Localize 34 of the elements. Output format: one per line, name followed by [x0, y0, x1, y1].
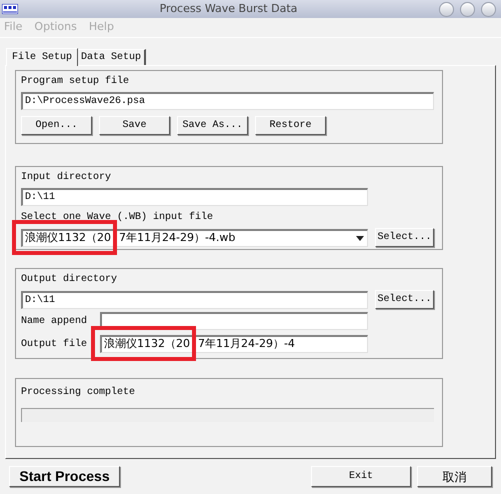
select-button[interactable]: Select... [375, 290, 434, 309]
input-file-dropdown[interactable]: 浪潮仪1132（20 7年11月24-29）-4.wb [21, 228, 368, 246]
field-label: Select one Wave (.WB) input file [21, 210, 214, 225]
group-label: Program setup file [21, 74, 130, 89]
field-value-text: 7年11月24-29）-4.wb [119, 230, 236, 246]
setup-button[interactable]: Open... [21, 116, 92, 135]
setup-button[interactable]: Restore [255, 116, 326, 135]
group-label: Input directory [21, 170, 112, 185]
input-directory-field[interactable]: D:\11 [21, 188, 368, 206]
setup-button[interactable]: Save [99, 116, 170, 135]
dropdown-arrow-icon [356, 236, 364, 240]
app-icon [2, 4, 18, 14]
setup-file-field[interactable]: D:\ProcessWave26.psa [21, 92, 434, 110]
output-file-field[interactable]: 浪潮仪1132（20 7年11月24-29）-4 [100, 335, 368, 353]
window-title: Process Wave Burst Data [158, 0, 298, 17]
window-control-button[interactable] [481, 2, 496, 16]
start-process-button[interactable]: Start Process [9, 466, 120, 487]
setup-button[interactable]: Save As... [177, 116, 248, 135]
group-label: Processing complete [21, 386, 136, 400]
tab[interactable]: Data Setup [78, 49, 146, 65]
group-label: Output directory [21, 272, 118, 287]
tab[interactable]: File Setup [6, 48, 78, 66]
exit-button[interactable]: Exit [311, 466, 411, 487]
field-value-text: 7年11月24-29）-4 [198, 336, 295, 352]
field-value-text: 浪潮仪1132（20 [25, 230, 111, 246]
output-directory-field[interactable]: D:\11 [21, 290, 368, 308]
field-value-text: 浪潮仪1132（20 [104, 336, 190, 352]
window-control-button[interactable] [439, 2, 454, 16]
cancel-button[interactable]: 取消 [417, 466, 492, 487]
name-append-field[interactable] [100, 312, 368, 330]
field-label: Name append [21, 314, 88, 328]
select-button[interactable]: Select... [375, 228, 434, 247]
window-control-button[interactable] [460, 2, 475, 16]
field-label: Output file [21, 338, 88, 352]
